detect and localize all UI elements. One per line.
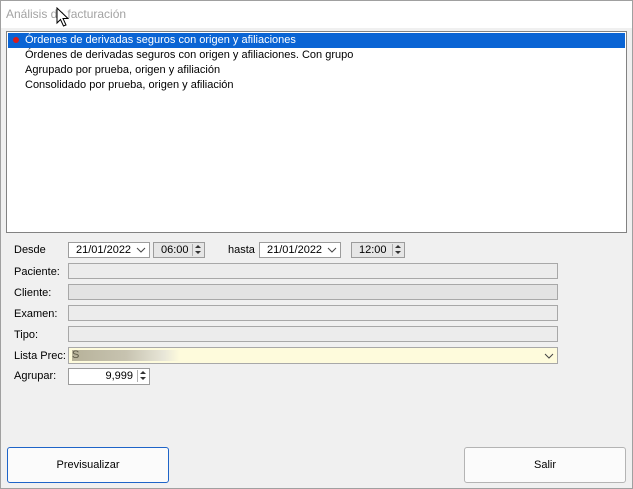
cliente-label: Cliente: [14,287,52,299]
spin-up-icon[interactable] [395,245,401,248]
exit-button[interactable]: Salir [464,447,626,483]
list-item[interactable]: Órdenes de derivadas seguros con origen … [8,48,625,63]
hasta-date-picker[interactable]: 21/01/2022 [259,242,341,258]
list-item[interactable]: Consolidado por prueba, origen y afiliac… [8,78,625,93]
desde-time-field[interactable]: 06:00 [153,242,205,258]
time-spinner[interactable] [192,244,203,256]
spin-down-icon[interactable] [195,251,201,254]
list-item-label: Agrupado por prueba, origen y afiliación [25,64,221,76]
mouse-pointer-icon [56,7,70,27]
lista-prec-value: S [72,349,80,361]
spin-down-icon[interactable] [140,377,146,380]
examen-label: Examen: [14,308,58,320]
chevron-down-icon[interactable] [543,349,555,363]
cliente-field[interactable] [68,284,558,300]
agrupar-spinner[interactable] [137,370,148,382]
title-bar: Análisis de facturación [1,1,632,28]
list-item-label: Consolidado por prueba, origen y afiliac… [25,79,234,91]
list-item-label: Órdenes de derivadas seguros con origen … [25,49,354,61]
desde-label: Desde [14,244,46,256]
hasta-time-field[interactable]: 12:00 [351,242,405,258]
tipo-label: Tipo: [14,329,39,341]
report-window: Análisis de facturación Órdenes de deriv… [0,0,633,489]
agrupar-input[interactable]: 9,999 [68,368,150,385]
chevron-down-icon[interactable] [326,243,338,257]
hasta-date-value: 21/01/2022 [267,244,323,256]
spin-down-icon[interactable] [395,251,401,254]
time-spinner[interactable] [392,244,403,256]
preview-button[interactable]: Previsualizar [7,447,169,483]
list-item-label: Órdenes de derivadas seguros con origen … [25,34,296,46]
tipo-field[interactable] [68,326,558,342]
desde-date-picker[interactable]: 21/01/2022 [68,242,150,258]
list-item[interactable]: Órdenes de derivadas seguros con origen … [8,33,625,48]
spin-up-icon[interactable] [140,371,146,374]
spin-up-icon[interactable] [195,245,201,248]
list-item[interactable]: Agrupado por prueba, origen y afiliación [8,63,625,78]
hasta-label: hasta [228,244,255,256]
paciente-field[interactable] [68,263,558,279]
desde-date-value: 21/01/2022 [76,244,132,256]
redacted-value [72,350,180,361]
agrupar-label: Agrupar: [14,370,57,382]
report-type-list[interactable]: Órdenes de derivadas seguros con origen … [6,31,627,233]
agrupar-value: 9,999 [105,370,133,382]
lista-prec-label: Lista Prec: [14,350,66,362]
chevron-down-icon[interactable] [135,243,147,257]
desde-time-value: 06:00 [161,244,189,256]
paciente-label: Paciente: [14,266,60,278]
lista-prec-combo[interactable]: S [68,347,558,364]
hasta-time-value: 12:00 [359,244,387,256]
examen-field[interactable] [68,305,558,321]
selected-marker-icon [13,37,19,43]
